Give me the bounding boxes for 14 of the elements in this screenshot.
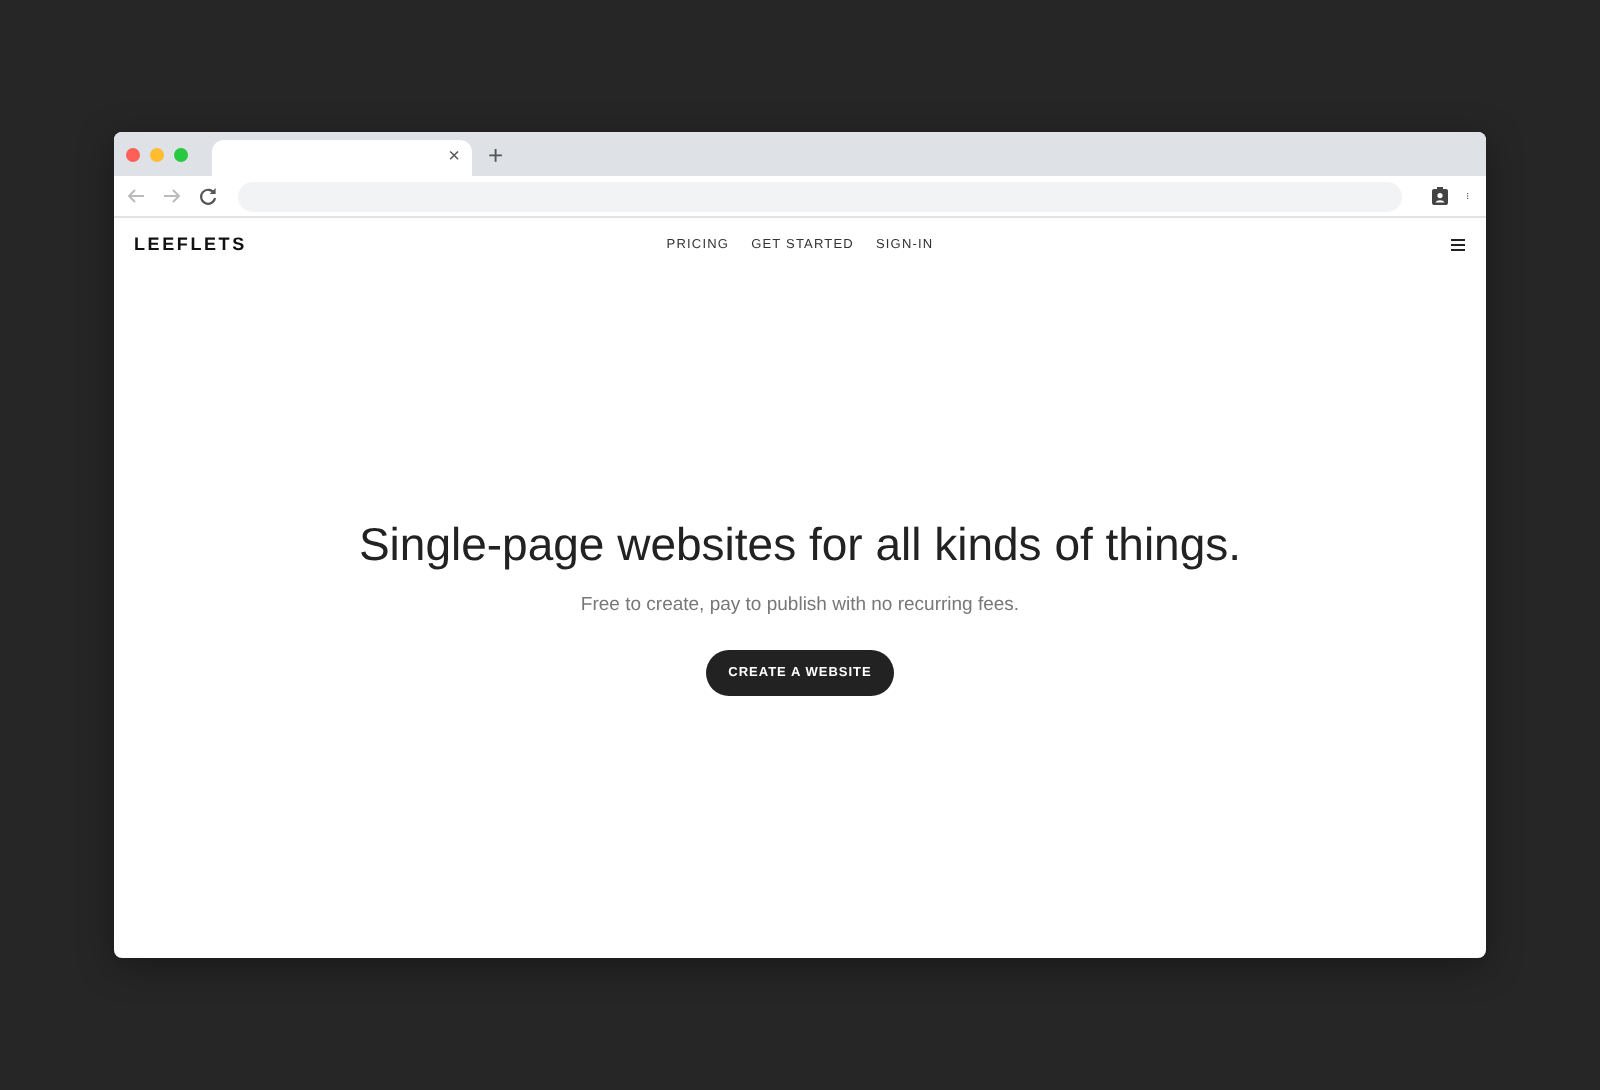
hero-headline: Single-page websites for all kinds of things. xyxy=(358,518,1242,572)
maximize-window-icon[interactable] xyxy=(174,147,188,161)
contact-badge-icon[interactable] xyxy=(1430,186,1450,206)
browser-tab[interactable]: × xyxy=(212,140,472,176)
hero-subtitle: Free to create, pay to publish with no recurring fees. xyxy=(580,594,1020,616)
close-tab-button[interactable]: × xyxy=(448,148,460,168)
close-window-icon[interactable] xyxy=(126,147,140,161)
minimize-window-icon[interactable] xyxy=(150,147,164,161)
reload-icon[interactable] xyxy=(198,186,218,206)
new-tab-button[interactable]: + xyxy=(488,141,504,167)
forward-icon[interactable] xyxy=(162,186,182,206)
menu-icon[interactable] xyxy=(1450,237,1466,251)
back-icon[interactable] xyxy=(126,186,146,206)
site-logo: LEEFLETS xyxy=(134,234,249,254)
